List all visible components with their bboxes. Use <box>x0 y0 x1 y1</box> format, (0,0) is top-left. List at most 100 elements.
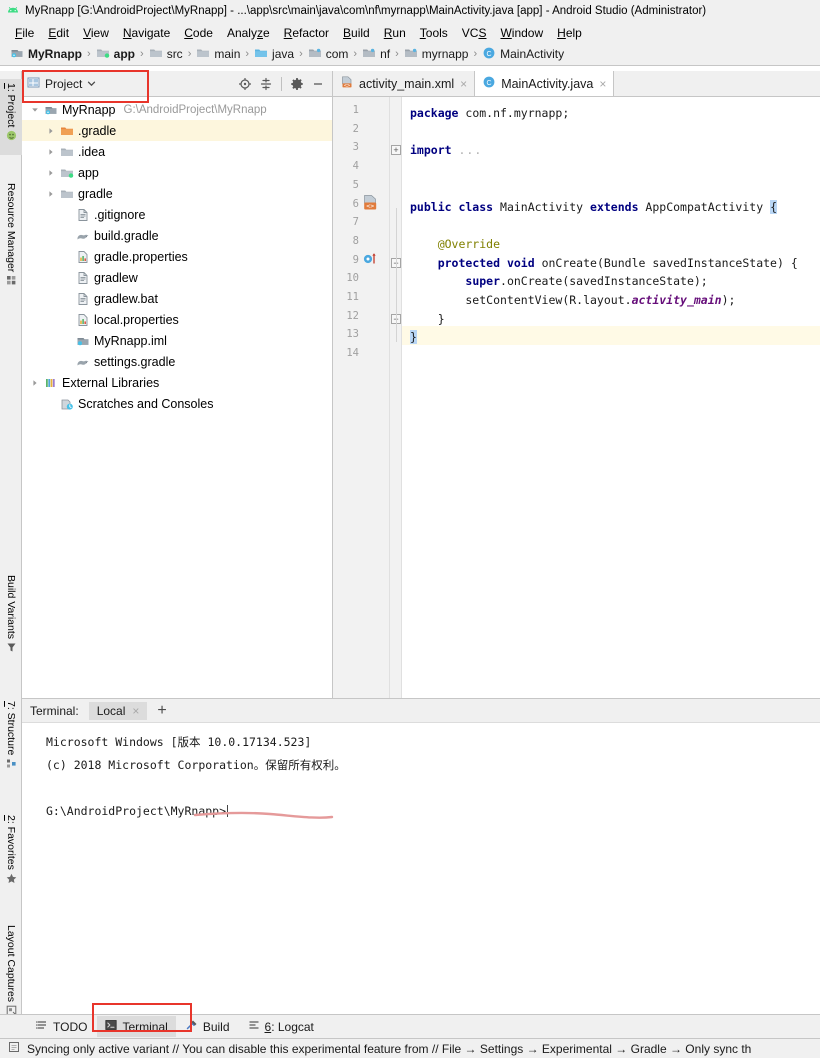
close-icon[interactable]: × <box>599 77 606 91</box>
left-tool-window-strip: 1: Project Resource Manager Build Variants… <box>0 71 22 1022</box>
fold-region-line <box>396 207 397 343</box>
bottom-tab-build[interactable]: Build <box>178 1016 238 1037</box>
tree-node-myrnapp[interactable]: MyRnapp G:\AndroidProject\MyRnapp <box>22 99 332 120</box>
breadcrumb-item-app[interactable]: app <box>96 46 135 63</box>
project-tree[interactable]: MyRnapp G:\AndroidProject\MyRnapp .gradle.… <box>22 97 332 697</box>
bottom-tab-terminal[interactable]: Terminal <box>97 1016 176 1037</box>
properties-file-icon <box>74 250 91 264</box>
build-variants-icon <box>6 642 17 656</box>
project-view-selector[interactable]: Project <box>27 76 96 92</box>
new-terminal-session-button[interactable]: + <box>157 702 166 719</box>
breadcrumb-item-myrnapp[interactable]: myrnapp <box>404 46 468 63</box>
tree-node-myrnapp-iml[interactable]: MyRnapp.iml <box>22 330 332 351</box>
bottom-tab-todo[interactable]: TODO <box>28 1016 95 1037</box>
breadcrumb-item-label: src <box>166 47 183 61</box>
code-line-10: super.onCreate(savedInstanceState); <box>465 274 708 289</box>
chevron-down-icon[interactable] <box>28 106 42 114</box>
editor-tab-activity-main-xml[interactable]: <> activity_main.xml × <box>333 71 476 96</box>
editor-code-body[interactable]: package com.nf.myrnapp; import ... public … <box>402 97 820 698</box>
related-xml-marker-icon[interactable]: <> <box>363 194 378 215</box>
close-icon[interactable]: × <box>132 704 139 718</box>
tree-node-gradle[interactable]: .gradle <box>22 120 332 141</box>
menu-item-file[interactable]: File <box>8 26 41 40</box>
app-module-icon <box>96 46 110 63</box>
menu-item-edit[interactable]: Edit <box>41 26 76 40</box>
tool-window-tab-7-structure[interactable]: 7: Structure <box>0 697 22 793</box>
chevron-right-icon[interactable] <box>44 169 58 177</box>
breadcrumb-item-src[interactable]: src <box>149 46 183 63</box>
editor-tab-label: MainActivity.java <box>501 76 594 91</box>
menu-item-vcs[interactable]: VCS <box>455 26 494 40</box>
menu-item-refactor[interactable]: Refactor <box>277 26 336 40</box>
terminal-tool-window: Terminal: Local × + Microsoft Windows [版… <box>22 698 820 1006</box>
chevron-right-icon[interactable] <box>44 148 58 156</box>
menu-item-help[interactable]: Help <box>550 26 589 40</box>
menu-item-code[interactable]: Code <box>177 26 220 40</box>
tree-node-local-properties[interactable]: local.properties <box>22 309 332 330</box>
tool-window-tab-build-variants[interactable]: Build Variants <box>0 571 22 677</box>
collapse-all-icon[interactable] <box>257 75 275 93</box>
tree-node-gradle-properties[interactable]: gradle.properties <box>22 246 332 267</box>
tree-node-settings-gradle[interactable]: settings.gradle <box>22 351 332 372</box>
tree-node-scratches-and-consoles[interactable]: Scratches and Consoles <box>22 393 332 414</box>
tree-node-gradle[interactable]: gradle <box>22 183 332 204</box>
terminal-output[interactable]: Microsoft Windows [版本 10.0.17134.523] (c)… <box>22 723 820 1006</box>
override-method-marker-icon[interactable] <box>363 251 377 268</box>
logcat-icon <box>248 1019 260 1034</box>
scratches-icon <box>58 397 75 411</box>
code-line-12: } <box>410 311 445 326</box>
chevron-right-icon[interactable] <box>44 190 58 198</box>
menu-item-analyze[interactable]: Analyze <box>220 26 277 40</box>
editor-gutter[interactable]: 1 2 3 4 5 6 7 8 9 10 11 12 13 14 <> <box>333 97 390 698</box>
message-icon[interactable] <box>8 1041 20 1056</box>
tree-node-idea[interactable]: .idea <box>22 141 332 162</box>
menu-item-tools[interactable]: Tools <box>413 26 455 40</box>
breadcrumb-item-mainactivity[interactable]: C MainActivity <box>482 46 564 63</box>
fold-marker-collapsed[interactable]: + <box>391 145 401 156</box>
chevron-right-icon[interactable] <box>28 379 42 387</box>
properties-file-icon <box>74 313 91 327</box>
chevron-right-icon[interactable] <box>44 127 58 135</box>
breadcrumb-item-java[interactable]: java <box>254 46 294 63</box>
tree-node-app[interactable]: app <box>22 162 332 183</box>
tree-node-gradlew-bat[interactable]: gradlew.bat <box>22 288 332 309</box>
terminal-session-tab-local[interactable]: Local × <box>88 701 148 720</box>
bottom-tab-6-logcat[interactable]: 6: Logcat <box>240 1016 322 1037</box>
bottom-tab-label: Terminal <box>122 1019 168 1034</box>
tool-window-tab-1-project[interactable]: 1: Project <box>0 79 22 155</box>
chevron-down-icon[interactable] <box>87 77 96 91</box>
tree-node-label: .idea <box>78 144 106 159</box>
tree-node-gradlew[interactable]: gradlew <box>22 267 332 288</box>
breadcrumb-item-nf[interactable]: nf <box>362 46 390 63</box>
terminal-header: Terminal: Local × + <box>22 699 820 723</box>
gear-icon[interactable] <box>288 75 306 93</box>
code-editor[interactable]: 1234567891011121314<> +−− package com.nf… <box>333 97 820 698</box>
menu-item-navigate[interactable]: Navigate <box>116 26 177 40</box>
tree-node-gitignore[interactable]: .gitignore <box>22 204 332 225</box>
tool-window-tab-2-favorites[interactable]: 2: Favorites <box>0 811 22 905</box>
minimize-icon[interactable] <box>309 75 327 93</box>
menu-item-window[interactable]: Window <box>493 26 550 40</box>
tool-window-tab-resource-manager[interactable]: Resource Manager <box>0 179 22 315</box>
breadcrumb-item-main[interactable]: main <box>196 46 240 63</box>
package-icon <box>404 46 418 63</box>
editor-tab-mainactivity-java[interactable]: C MainActivity.java × <box>475 71 615 96</box>
tree-node-label: app <box>78 165 99 180</box>
editor-fold-column[interactable]: +−− <box>390 97 402 698</box>
menu-item-view[interactable]: View <box>76 26 116 40</box>
svg-text:C: C <box>487 80 492 87</box>
tree-node-label: .gradle <box>78 123 117 138</box>
tree-node-external-libraries[interactable]: External Libraries <box>22 372 332 393</box>
text-file-icon <box>74 208 91 222</box>
breadcrumb-item-myrnapp[interactable]: MyRnapp <box>10 46 82 63</box>
menu-item-build[interactable]: Build <box>336 26 377 40</box>
breadcrumb-item-com[interactable]: com <box>308 46 348 63</box>
locate-icon[interactable] <box>236 75 254 93</box>
project-panel-toolbar <box>236 75 327 93</box>
code-line-13: } <box>410 330 417 345</box>
close-icon[interactable]: × <box>460 77 467 91</box>
menu-item-run[interactable]: Run <box>377 26 413 40</box>
status-bar-message: Syncing only active variant // You can d… <box>27 1041 752 1056</box>
line-number: 7 <box>352 216 359 229</box>
tree-node-build-gradle[interactable]: build.gradle <box>22 225 332 246</box>
